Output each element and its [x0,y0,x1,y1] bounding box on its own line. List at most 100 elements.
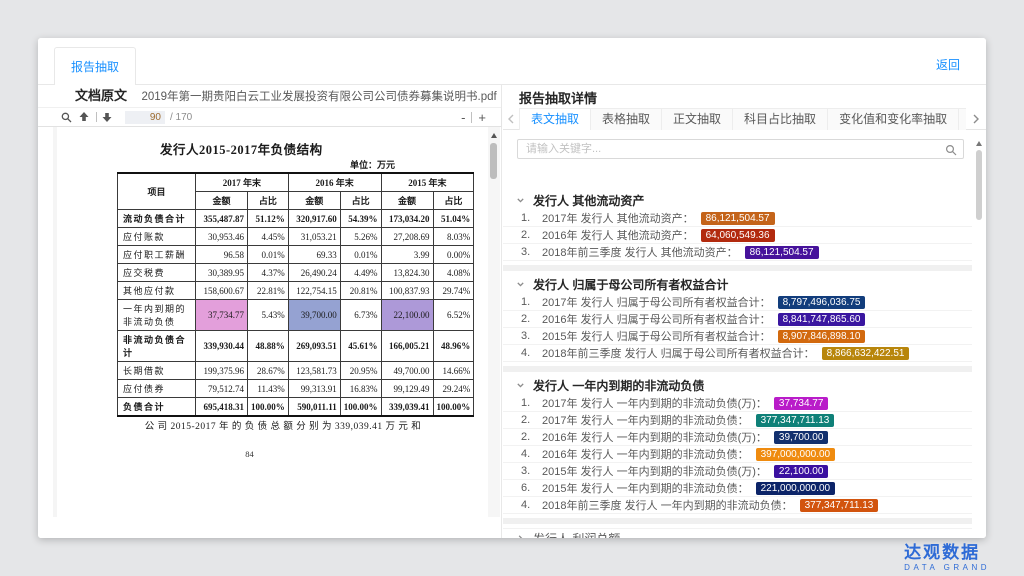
item-value-badge[interactable]: 39,700.00 [774,431,829,444]
table-cell: 4.49% [340,264,381,282]
row-label: 一年内到期的非流动负债 [118,300,196,331]
details-scrollbar[interactable] [975,141,983,532]
item-value-badge[interactable]: 8,866,632,422.51 [822,347,910,360]
zoom-divider [471,112,472,123]
scroll-up-icon[interactable] [491,133,497,138]
highlighted-cell: 39,700.00 [288,300,340,331]
table-cell: 79,512.74 [196,380,248,398]
item-value-badge[interactable]: 22,100.00 [774,465,829,478]
page-number-input[interactable] [125,111,165,124]
item-value-badge[interactable]: 221,000,000.00 [756,482,836,495]
item-index: 2. [521,313,542,325]
table-row: 其他应付款158,600.6722.81%122,754.1520.81%100… [118,282,474,300]
item-label: 2018年前三季度 发行人 其他流动资产： [542,244,738,260]
details-tab[interactable]: 董监高年龄抽取 [959,108,966,130]
extraction-item[interactable]: 4.2016年 发行人 一年内到期的非流动负债：397,000,000.00 [503,446,972,463]
extraction-item[interactable]: 1.2017年 发行人 其他流动资产：86,121,504.57 [503,210,972,227]
item-value-badge[interactable]: 8,907,846,898.10 [778,330,866,343]
scrollbar-thumb[interactable] [490,143,497,179]
details-tab[interactable]: 表格抽取 [591,108,662,130]
extraction-item[interactable]: 3.2015年 发行人 一年内到期的非流动负债(万)：22,100.00 [503,463,972,480]
item-value-badge[interactable]: 37,734.77 [774,397,829,410]
table-cell: 27,208.69 [381,228,433,246]
tab-scroll-right-icon[interactable] [972,114,980,124]
page-up-icon[interactable] [79,112,89,122]
toolbar-divider [96,112,97,122]
details-tab[interactable]: 表文抽取 [519,108,591,130]
table-cell: 29.24% [433,380,474,398]
item-index: 3. [521,465,542,477]
extraction-item[interactable]: 3.2015年 发行人 归属于母公司所有者权益合计：8,907,846,898.… [503,328,972,345]
scrollbar-thumb[interactable] [976,150,982,220]
item-value-badge[interactable]: 86,121,504.57 [745,246,819,259]
item-value-badge[interactable]: 8,797,496,036.75 [778,296,866,309]
extraction-item[interactable]: 2.2016年 发行人 归属于母公司所有者权益合计：8,841,747,865.… [503,311,972,328]
tab-scroll-left-icon[interactable] [507,114,515,124]
item-label: 2016年 发行人 其他流动资产： [542,227,694,243]
search-icon[interactable] [61,112,72,123]
highlighted-cell: 37,734.77 [196,300,248,331]
pdf-table-title: 发行人2015-2017年负债结构 [160,139,323,158]
item-value-badge[interactable]: 397,000,000.00 [756,448,836,461]
table-header-row: 项目 2017 年末 2016 年末 2015 年末 [118,173,474,192]
table-cell: 20.81% [340,282,381,300]
back-link[interactable]: 返回 [936,56,960,73]
table-row: 非流动负债合计339,930.4448.88%269,093.5145.61%1… [118,331,474,362]
item-index: 1. [521,397,542,409]
table-cell: 29.74% [433,282,474,300]
tab-report-extraction[interactable]: 报告抽取 [54,47,136,86]
table-cell: 8.03% [433,228,474,246]
table-cell: 48.88% [248,331,289,362]
extraction-item[interactable]: 2.2016年 发行人 一年内到期的非流动负债(万)：39,700.00 [503,429,972,446]
search-input[interactable] [517,139,964,159]
extraction-item[interactable]: 4.2018年前三季度 发行人 归属于母公司所有者权益合计：8,866,632,… [503,345,972,362]
extraction-item[interactable]: 4.2018年前三季度 发行人 一年内到期的非流动负债：377,347,711.… [503,497,972,514]
table-row: 应交税费30,389.954.37%26,490.244.49%13,824.3… [118,264,474,282]
item-value-badge[interactable]: 377,347,711.13 [756,414,835,427]
details-tab[interactable]: 变化值和变化率抽取 [828,108,959,130]
group-header[interactable]: 发行人 其他流动资产 [503,191,972,210]
group-header[interactable]: 发行人 归属于母公司所有者权益合计 [503,275,972,294]
zoom-out-button[interactable]: - [456,108,470,127]
extraction-item[interactable]: 3.2018年前三季度 发行人 其他流动资产：86,121,504.57 [503,244,972,261]
col-header-2015: 2015 年末 [381,173,474,192]
table-cell: 4.37% [248,264,289,282]
scroll-up-icon[interactable] [976,141,982,146]
details-tab[interactable]: 正文抽取 [662,108,733,130]
page-down-icon[interactable] [102,112,112,122]
extraction-item[interactable]: 1.2017年 发行人 一年内到期的非流动负债(万)：37,734.77 [503,395,972,412]
table-row: 长期借款199,375.9628.67%123,581.7320.95%49,7… [118,362,474,380]
subheader-amount: 金额 [196,192,248,210]
item-index: 2. [521,431,542,443]
item-value-badge[interactable]: 64,060,549.36 [701,229,775,242]
item-label: 2017年 发行人 归属于母公司所有者权益合计： [542,294,771,310]
extraction-item[interactable]: 2.2016年 发行人 其他流动资产：64,060,549.36 [503,227,972,244]
group-header[interactable]: 发行人 利润总额 [503,528,972,538]
group-header[interactable]: 发行人 一年内到期的非流动负债 [503,376,972,395]
pdf-page-number: 84 [38,449,461,459]
extraction-item[interactable]: 6.2015年 发行人 一年内到期的非流动负债：221,000,000.00 [503,480,972,497]
table-cell: 269,093.51 [288,331,340,362]
table-cell: 96.58 [196,246,248,264]
details-tabbar: 表文抽取表格抽取正文抽取科目占比抽取变化值和变化率抽取董监高年龄抽取变动趋势 [503,108,986,130]
chevron-down-icon [516,196,525,205]
group-title: 发行人 利润总额 [533,530,620,539]
zoom-in-button[interactable]: + [473,108,491,127]
extraction-item[interactable]: 2.2017年 发行人 一年内到期的非流动负债：377,347,711.13 [503,412,972,429]
item-value-badge[interactable]: 377,347,711.13 [800,499,879,512]
pdf-scrollbar[interactable] [488,127,500,517]
table-cell: 69.33 [288,246,340,264]
highlighted-cell: 22,100.00 [381,300,433,331]
table-cell: 99,313.91 [288,380,340,398]
item-value-badge[interactable]: 86,121,504.57 [701,212,775,225]
col-header-2017: 2017 年末 [196,173,289,192]
table-cell: 22.81% [248,282,289,300]
extraction-item[interactable]: 1.2017年 发行人 归属于母公司所有者权益合计：8,797,496,036.… [503,294,972,311]
details-tab[interactable]: 科目占比抽取 [733,108,828,130]
extraction-groups: 发行人 其他流动资产1.2017年 发行人 其他流动资产：86,121,504.… [503,191,972,538]
table-cell: 158,600.67 [196,282,248,300]
item-value-badge[interactable]: 8,841,747,865.60 [778,313,866,326]
search-icon[interactable] [945,143,957,161]
keyword-search [517,139,964,159]
table-cell: 54.39% [340,210,381,228]
